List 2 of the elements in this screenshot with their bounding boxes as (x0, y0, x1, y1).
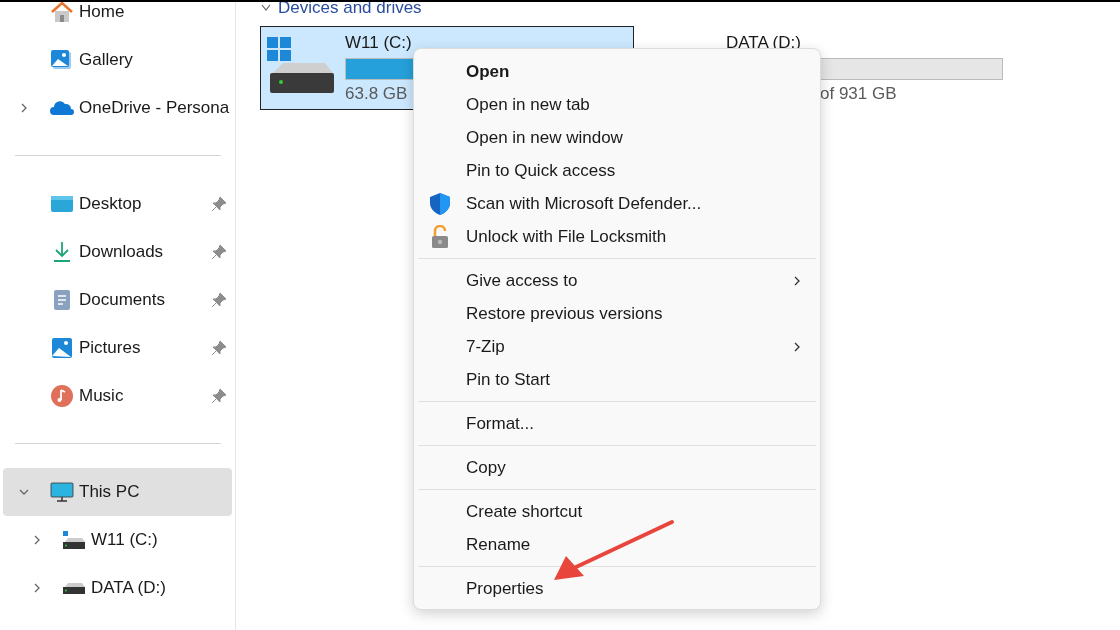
drive-space: of 931 GB (820, 84, 898, 104)
drive-name: W11 (C:) (345, 33, 413, 53)
